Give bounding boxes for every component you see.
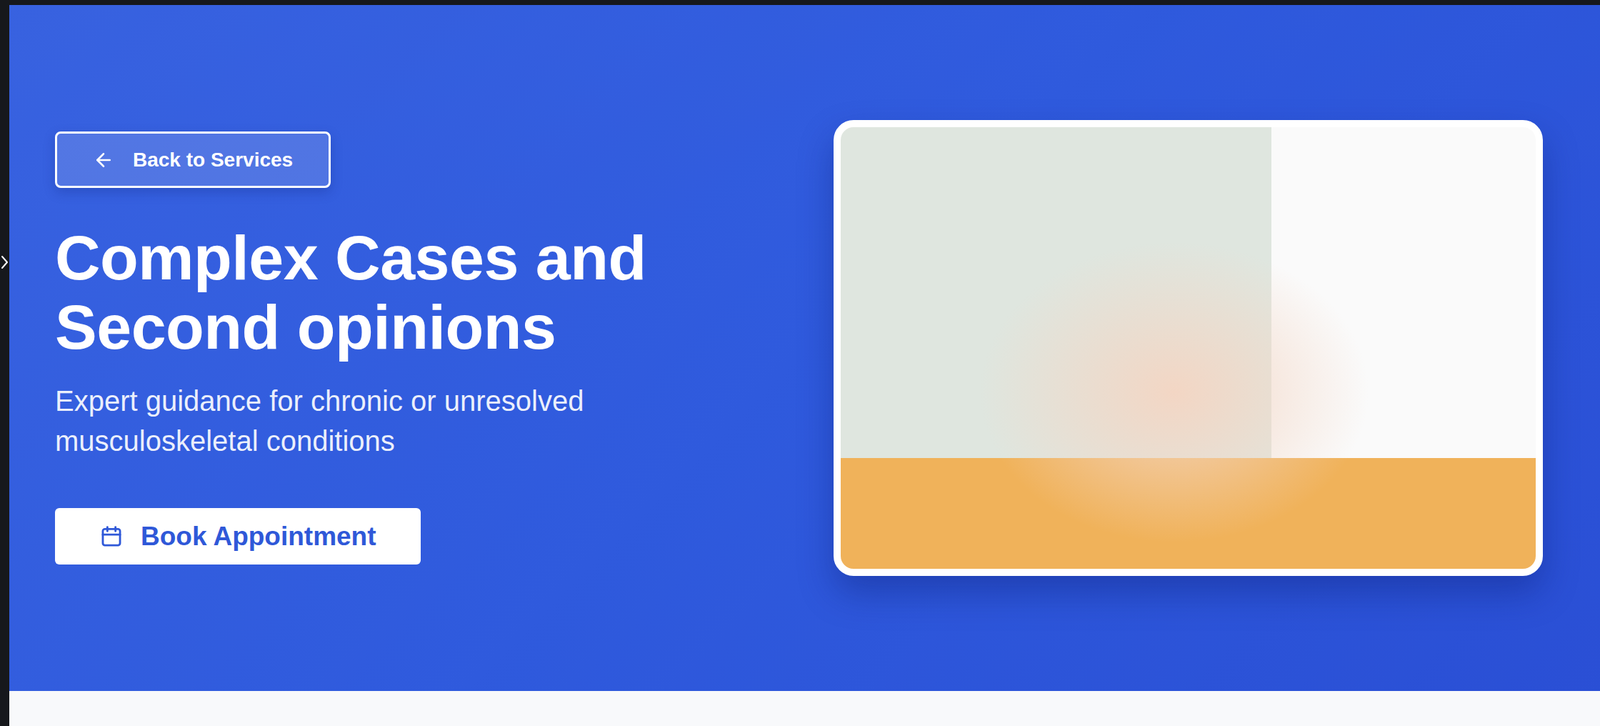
back-button-label: Back to Services (132, 148, 293, 172)
book-appointment-label: Book Appointment (140, 521, 377, 552)
hero-content: Back to Services Complex Cases and Second… (55, 131, 805, 565)
hero-subtitle: Expert guidance for chronic or unresolve… (55, 380, 684, 461)
chevron-right-icon[interactable] (0, 254, 10, 270)
back-button[interactable]: Back to Services (55, 131, 331, 188)
content-section (9, 690, 1600, 726)
hero-section: Back to Services Complex Cases and Second… (9, 5, 1600, 691)
page: Back to Services Complex Cases and Second… (9, 0, 1600, 726)
arrow-left-icon (92, 149, 115, 171)
calendar-icon (99, 524, 124, 549)
book-appointment-button[interactable]: Book Appointment (55, 507, 421, 565)
hero-title: Complex Cases and Second opinions (55, 222, 770, 362)
hero-photo (833, 120, 1543, 576)
